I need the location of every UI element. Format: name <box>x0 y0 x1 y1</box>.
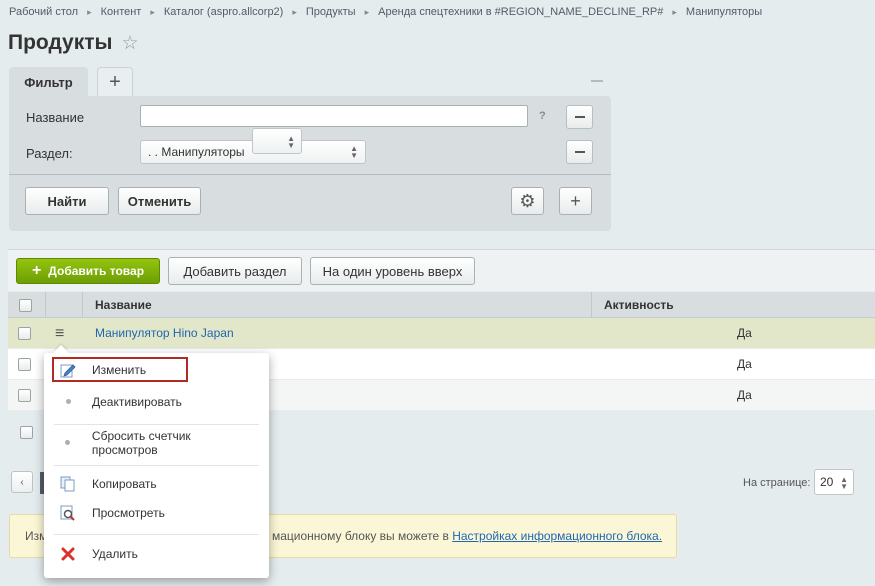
add-product-label: Добавить товар <box>48 264 145 278</box>
grid-header: Название Активность <box>8 292 875 318</box>
column-divider <box>591 292 592 318</box>
view-icon <box>58 505 78 521</box>
row-checkbox[interactable] <box>18 389 31 402</box>
row-context-menu: Изменить Деактивировать Сбросить счетчик… <box>44 344 269 578</box>
page-title: Продукты ☆ <box>8 31 139 55</box>
menu-item-edit[interactable]: Изменить <box>52 357 188 382</box>
edit-icon <box>58 362 78 378</box>
active-value: Да <box>737 388 752 402</box>
select-arrows-icon: ▲ ▼ <box>287 134 295 150</box>
breadcrumb-separator-icon: ▸ <box>150 6 155 17</box>
find-button[interactable]: Найти <box>25 187 109 215</box>
filter-settings-gear-icon[interactable]: ⚙ <box>511 187 544 215</box>
breadcrumb-separator-icon: ▸ <box>672 6 677 17</box>
row-checkbox[interactable] <box>18 358 31 371</box>
add-filter-tab-button[interactable]: + <box>97 67 133 97</box>
menu-item-view[interactable]: Просмотреть <box>54 500 259 525</box>
menu-item-label: Копировать <box>92 476 157 491</box>
product-name-link[interactable]: Манипулятор Hino Japan <box>95 326 234 340</box>
name-filter-input[interactable] <box>140 105 528 127</box>
active-value: Да <box>737 357 752 371</box>
select-arrows-icon: ▲ ▼ <box>840 475 848 491</box>
favorite-star-icon[interactable]: ☆ <box>121 32 138 55</box>
per-page-label: На странице: <box>743 477 811 489</box>
name-field-label: Название <box>26 110 85 125</box>
breadcrumb-separator-icon: ▸ <box>364 6 370 17</box>
breadcrumb-item-manipulators[interactable]: Манипуляторы <box>686 6 762 18</box>
add-filter-field-button[interactable]: + <box>559 187 592 215</box>
grid-toolbar: + Добавить товар Добавить раздел На один… <box>8 249 875 291</box>
minus-icon <box>574 151 585 153</box>
notice-text-end: мационному блоку вы можете в <box>272 529 449 543</box>
menu-item-copy[interactable]: Копировать <box>54 471 259 496</box>
breadcrumb-separator-icon: ▸ <box>292 6 297 17</box>
remove-section-field-button[interactable] <box>566 140 593 164</box>
group-action-checkbox[interactable] <box>20 426 33 439</box>
iblock-settings-link[interactable]: Настройках информационного блока. <box>452 529 662 543</box>
menu-item-delete[interactable]: Удалить <box>54 541 259 566</box>
section-select-value: . . Манипуляторы <box>148 145 245 159</box>
table-row[interactable]: ≡ Манипулятор Hino Japan Да <box>8 318 875 349</box>
menu-item-label: Удалить <box>92 546 138 561</box>
breadcrumb-item-catalog[interactable]: Каталог (aspro.allcorp2) <box>164 6 283 18</box>
add-section-button[interactable]: Добавить раздел <box>168 257 302 285</box>
filter-tabs: Фильтр + <box>9 67 133 97</box>
menu-separator <box>54 534 259 535</box>
filter-collapse-icon[interactable] <box>591 80 603 82</box>
menu-separator <box>54 465 259 466</box>
breadcrumb-item-products[interactable]: Продукты <box>306 6 356 18</box>
column-divider <box>82 292 83 318</box>
pager-prev-button[interactable]: ‹ <box>11 471 33 493</box>
page-title-text: Продукты <box>8 31 113 54</box>
tab-filter[interactable]: Фильтр <box>9 67 88 97</box>
per-page-value: 20 <box>820 475 834 489</box>
active-value: Да <box>737 326 752 340</box>
dot-icon <box>58 399 78 404</box>
dot-icon <box>58 440 78 445</box>
menu-item-label: Изменить <box>92 362 147 377</box>
select-arrows-icon: ▲ ▼ <box>350 144 358 160</box>
group-action-select[interactable]: ▲ ▼ <box>252 128 302 154</box>
filter-panel: Название ? Раздел: . . Манипуляторы ▲ ▼ Н… <box>9 96 611 231</box>
menu-separator <box>54 424 259 425</box>
menu-item-deactivate[interactable]: Деактивировать <box>54 389 259 414</box>
breadcrumb-item-desktop[interactable]: Рабочий стол <box>9 6 78 18</box>
help-icon[interactable]: ? <box>539 110 546 122</box>
menu-item-label: Просмотреть <box>92 505 165 520</box>
breadcrumb-item-rental[interactable]: Аренда спецтехники в #REGION_NAME_DECLIN… <box>378 6 663 18</box>
per-page-select[interactable]: 20 ▲ ▼ <box>814 469 854 495</box>
breadcrumb-item-content[interactable]: Контент <box>101 6 142 18</box>
minus-icon <box>574 116 585 118</box>
section-field-label: Раздел: <box>26 146 73 161</box>
select-all-checkbox-cell[interactable] <box>19 292 32 318</box>
menu-item-label: Деактивировать <box>92 394 182 409</box>
add-product-button[interactable]: + Добавить товар <box>16 258 160 284</box>
column-divider <box>45 292 46 318</box>
level-up-button[interactable]: На один уровень вверх <box>310 257 475 285</box>
column-header-name[interactable]: Название <box>95 292 152 318</box>
column-header-active[interactable]: Активность <box>604 292 674 318</box>
menu-item-label: Сбросить счетчик просмотров <box>91 428 191 457</box>
remove-name-field-button[interactable] <box>566 105 593 129</box>
row-menu-hamburger-icon[interactable]: ≡ <box>55 325 64 343</box>
breadcrumb-separator-icon: ▸ <box>87 6 92 17</box>
row-checkbox[interactable] <box>18 327 31 340</box>
copy-icon <box>58 476 78 492</box>
select-all-checkbox[interactable] <box>19 298 32 312</box>
cancel-button[interactable]: Отменить <box>118 187 201 215</box>
breadcrumb: Рабочий стол ▸ Контент ▸ Каталог (aspro.al… <box>9 5 762 19</box>
delete-icon <box>58 547 78 561</box>
filter-divider <box>9 174 611 175</box>
menu-item-reset-counter[interactable]: Сбросить счетчик просмотров <box>54 428 259 457</box>
notice-text: мационному блоку вы можете в Настройках … <box>272 529 662 543</box>
plus-icon: + <box>31 262 42 279</box>
